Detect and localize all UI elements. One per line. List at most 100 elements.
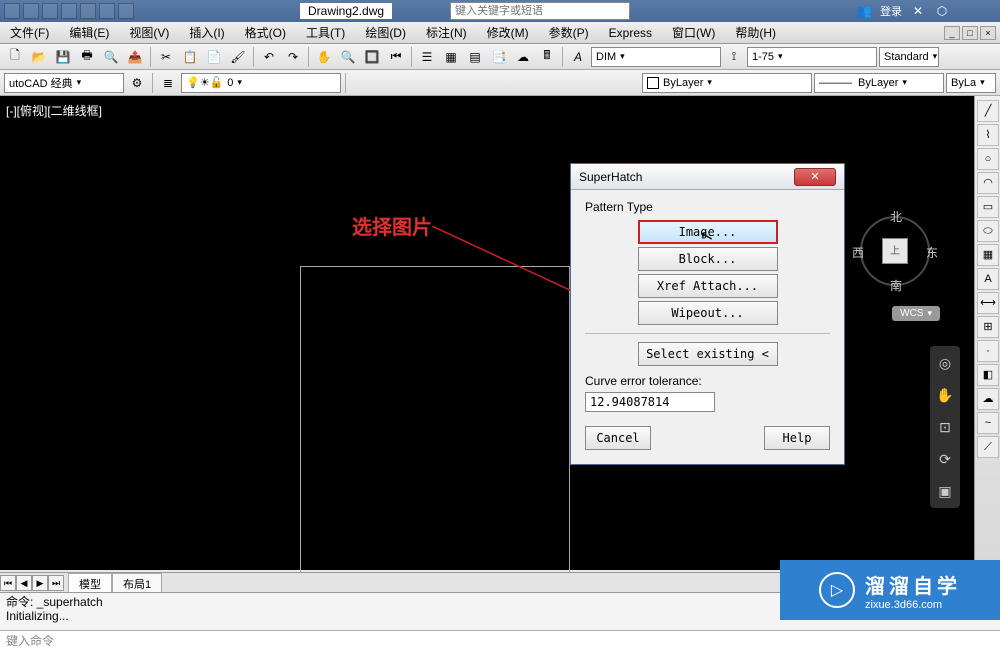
cancel-button[interactable]: Cancel	[585, 426, 651, 450]
save-button[interactable]: 💾	[52, 46, 74, 68]
text-tool[interactable]: A	[977, 268, 999, 290]
textstyle-button[interactable]: A	[567, 46, 589, 68]
block-button[interactable]: Block...	[638, 247, 778, 271]
help-search-input[interactable]	[450, 2, 630, 20]
menu-view[interactable]: 视图(V)	[119, 22, 179, 43]
redo-icon[interactable]	[118, 3, 134, 19]
textstyle-combo[interactable]: DIM	[591, 47, 721, 67]
designcenter-button[interactable]: ▦	[440, 46, 462, 68]
infocenter-help-icon[interactable]: ⬡	[934, 3, 950, 19]
paste-button[interactable]: 📄	[203, 46, 225, 68]
open-icon[interactable]	[23, 3, 39, 19]
menu-window[interactable]: 窗口(W)	[662, 22, 725, 43]
redo-button[interactable]: ↷	[282, 46, 304, 68]
tolerance-input[interactable]	[585, 392, 715, 412]
publish-button[interactable]: 📤	[124, 46, 146, 68]
tab-first-button[interactable]: ⏮	[0, 575, 16, 591]
mdi-close-button[interactable]: ×	[980, 26, 996, 40]
tab-layout1[interactable]: 布局1	[112, 573, 162, 594]
sheetset-button[interactable]: 📑	[488, 46, 510, 68]
menu-tools[interactable]: 工具(T)	[296, 22, 355, 43]
plot-icon[interactable]	[80, 3, 96, 19]
tablestyle-combo[interactable]: Standard	[879, 47, 939, 67]
preview-button[interactable]: 🔍	[100, 46, 122, 68]
rectangle-entity[interactable]	[300, 266, 570, 616]
region-tool[interactable]: ◧	[977, 364, 999, 386]
undo-button[interactable]: ↶	[258, 46, 280, 68]
viewport-label[interactable]: [-][俯视][二维线框]	[6, 102, 102, 119]
layer-manager-button[interactable]: ≣	[157, 72, 179, 94]
viewcube-south[interactable]: 南	[890, 277, 902, 294]
zoom-extents-icon[interactable]: ⊡	[934, 416, 956, 438]
revcloud-tool[interactable]: ☁	[977, 388, 999, 410]
menu-express[interactable]: Express	[599, 24, 662, 42]
menu-insert[interactable]: 插入(I)	[179, 22, 234, 43]
menu-parametric[interactable]: 参数(P)	[539, 22, 599, 43]
dimstyle-button[interactable]: ⟟	[723, 46, 745, 68]
viewcube-top-face[interactable]: 上	[882, 238, 908, 264]
dialog-titlebar[interactable]: SuperHatch ✕	[571, 164, 844, 190]
showmotion-icon[interactable]: ▣	[934, 480, 956, 502]
pan-button[interactable]: ✋	[313, 46, 335, 68]
ellipse-tool[interactable]: ⬭	[977, 220, 999, 242]
open-button[interactable]: 📂	[28, 46, 50, 68]
mdi-minimize-button[interactable]: _	[944, 26, 960, 40]
rectangle-tool[interactable]: ▭	[977, 196, 999, 218]
markup-button[interactable]: ☁	[512, 46, 534, 68]
infocenter-icon[interactable]: 👥	[856, 3, 872, 19]
tab-last-button[interactable]: ⏭	[48, 575, 64, 591]
xref-attach-button[interactable]: Xref Attach...	[638, 274, 778, 298]
exchange-icon[interactable]: ✕	[910, 3, 926, 19]
line-tool[interactable]: ╱	[977, 100, 999, 122]
lineweight-combo[interactable]: ByLa	[946, 73, 996, 93]
dialog-close-button[interactable]: ✕	[794, 168, 836, 186]
command-input[interactable]: 键入命令	[0, 630, 1000, 650]
login-button[interactable]: 登录	[880, 3, 902, 19]
wipeout-button[interactable]: Wipeout...	[638, 301, 778, 325]
polyline-tool[interactable]: ⌇	[977, 124, 999, 146]
mdi-restore-button[interactable]: □	[962, 26, 978, 40]
menu-file[interactable]: 文件(F)	[0, 22, 59, 43]
dimstyle-combo[interactable]: 1-75	[747, 47, 877, 67]
dimension-tool[interactable]: ⟷	[977, 292, 999, 314]
matchprop-button[interactable]: 🖌	[227, 46, 249, 68]
drawing-viewport[interactable]: [-][俯视][二维线框] 选择图片 上 北 南 东 西 WCS ◎ ✋ ⊡ ⟳…	[0, 96, 1000, 570]
zoom-window-button[interactable]: 🔲	[361, 46, 383, 68]
menu-draw[interactable]: 绘图(D)	[355, 22, 416, 43]
tab-model[interactable]: 模型	[68, 573, 112, 594]
print-button[interactable]: 🖶	[76, 46, 98, 68]
cut-button[interactable]: ✂	[155, 46, 177, 68]
arc-tool[interactable]: ◠	[977, 172, 999, 194]
menu-dimension[interactable]: 标注(N)	[416, 22, 477, 43]
xline-tool[interactable]: ⟋	[977, 436, 999, 458]
wcs-dropdown[interactable]: WCS	[892, 306, 940, 321]
new-icon[interactable]	[4, 3, 20, 19]
properties-button[interactable]: ☰	[416, 46, 438, 68]
steering-wheel-icon[interactable]: ◎	[934, 352, 956, 374]
save-icon[interactable]	[42, 3, 58, 19]
viewcube-north[interactable]: 北	[890, 208, 902, 225]
menu-help[interactable]: 帮助(H)	[725, 22, 786, 43]
point-tool[interactable]: ·	[977, 340, 999, 362]
calc-button[interactable]: 🖩	[536, 46, 558, 68]
help-button[interactable]: Help	[764, 426, 830, 450]
menu-edit[interactable]: 编辑(E)	[59, 22, 119, 43]
circle-tool[interactable]: ○	[977, 148, 999, 170]
toolpalette-button[interactable]: ▤	[464, 46, 486, 68]
tab-next-button[interactable]: ▶	[32, 575, 48, 591]
orbit-icon[interactable]: ⟳	[934, 448, 956, 470]
new-button[interactable]: 🗋	[4, 46, 26, 68]
undo-icon[interactable]	[99, 3, 115, 19]
image-button[interactable]: Image...	[638, 220, 778, 244]
tab-prev-button[interactable]: ◀	[16, 575, 32, 591]
layer-combo[interactable]: 💡 ☀ 🔓 0	[181, 73, 341, 93]
menu-modify[interactable]: 修改(M)	[477, 22, 539, 43]
color-combo[interactable]: ByLayer	[642, 73, 812, 93]
saveas-icon[interactable]	[61, 3, 77, 19]
viewcube-east[interactable]: 东	[926, 244, 938, 261]
viewcube-west[interactable]: 西	[852, 244, 864, 261]
workspace-settings-button[interactable]: ⚙	[126, 72, 148, 94]
pan-icon[interactable]: ✋	[934, 384, 956, 406]
linetype-combo[interactable]: ———ByLayer	[814, 73, 944, 93]
workspace-combo[interactable]: utoCAD 经典	[4, 73, 124, 93]
